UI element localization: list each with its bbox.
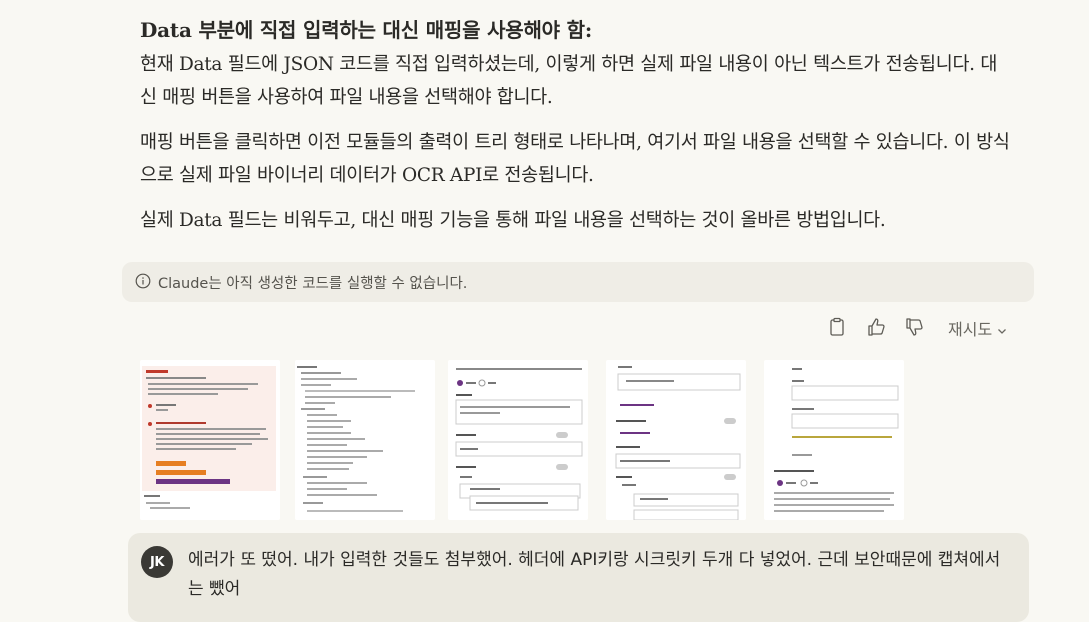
thumbs-up-icon[interactable]: [866, 316, 888, 338]
attachment-thumbnail[interactable]: [448, 360, 588, 520]
user-message-text: 에러가 또 떴어. 내가 입력한 것들도 첨부했어. 헤더에 API키랑 시크릿…: [188, 550, 1001, 599]
assistant-paragraph-3: 실제 Data 필드는 비워두고, 대신 매핑 기능을 통해 파일 내용을 선택…: [140, 210, 886, 231]
assistant-paragraph-1: 현재 Data 필드에 JSON 코드를 직접 입력하셨는데, 이렇게 하면 실…: [140, 54, 998, 108]
attachment-thumbnail[interactable]: [764, 360, 904, 520]
user-message: JK 에러가 또 떴어. 내가 입력한 것들도 첨부했어. 헤더에 API키랑 …: [128, 533, 1029, 622]
thumbs-down-icon[interactable]: [904, 316, 926, 338]
retry-label: 재시도: [948, 320, 993, 339]
avatar: JK: [141, 546, 173, 578]
notice-text: Claude는 아직 생성한 코드를 실행할 수 없습니다.: [158, 276, 468, 292]
info-circle-icon: [135, 273, 151, 289]
code-notice: Claude는 아직 생성한 코드를 실행할 수 없습니다.: [122, 262, 1034, 302]
clipboard-icon[interactable]: [826, 316, 848, 338]
retry-button[interactable]: 재시도: [948, 316, 1008, 340]
attachment-thumbnail[interactable]: [295, 360, 435, 520]
attachment-thumbnail[interactable]: [140, 360, 280, 520]
assistant-paragraph-2: 매핑 버튼을 클릭하면 이전 모듈들의 출력이 트리 형태로 나타나며, 여기서…: [140, 132, 1010, 186]
assistant-heading: Data 부분에 직접 입력하는 대신 매핑을 사용해야 함:: [140, 18, 593, 42]
attachment-thumbnail[interactable]: [606, 360, 746, 520]
chevron-down-icon: [998, 328, 1007, 334]
